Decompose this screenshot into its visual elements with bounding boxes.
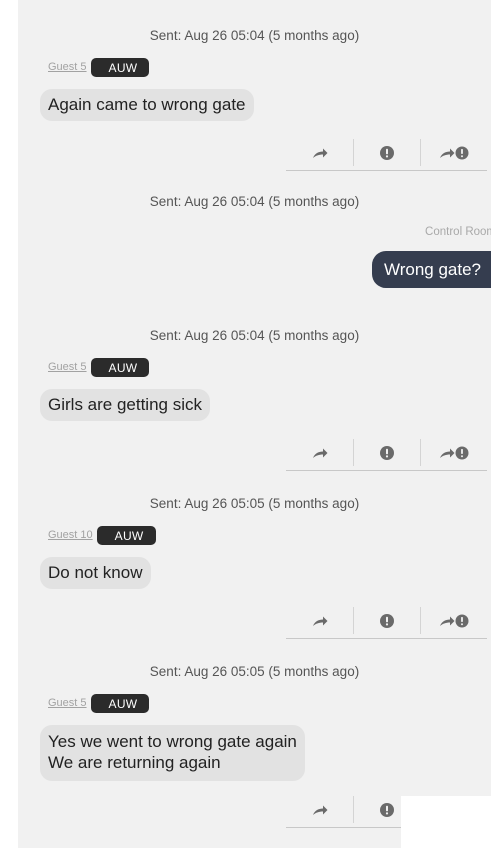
- forward-arrow-icon: [312, 616, 327, 626]
- forward-with-alert-icon: [439, 446, 468, 459]
- sender-badge: AUW: [90, 357, 150, 377]
- message-bubble: Yes we went to wrong gate again We are r…: [40, 725, 305, 781]
- message-bubble: Do not know: [40, 557, 151, 589]
- sender-badge: AUW: [90, 693, 150, 713]
- occlusion-box: [401, 796, 491, 848]
- sender-name: Control Room: [425, 226, 491, 238]
- forward-button[interactable]: [286, 435, 353, 471]
- forward-alert-button[interactable]: [420, 603, 487, 639]
- forward-arrow-icon: [312, 805, 327, 815]
- exclamation-circle-icon: [379, 145, 394, 160]
- forward-button[interactable]: [286, 792, 353, 828]
- message-incoming: Sent: Aug 26 05:04 (5 months ago) Guest …: [18, 300, 491, 471]
- message-incoming: Sent: Aug 26 05:04 (5 months ago) Guest …: [18, 0, 491, 171]
- sender-link[interactable]: Guest 5: [48, 61, 87, 73]
- sender-row: Guest 10 AUW: [48, 524, 156, 546]
- sender-badge: AUW: [96, 525, 156, 545]
- forward-button[interactable]: [286, 603, 353, 639]
- forward-arrow-icon: [312, 448, 327, 458]
- message-actions: [286, 603, 491, 639]
- forward-with-alert-icon: [439, 614, 468, 627]
- sender-row: Guest 5 AUW: [48, 56, 150, 78]
- sent-timestamp: Sent: Aug 26 05:04 (5 months ago): [149, 328, 360, 343]
- exclamation-circle-icon: [379, 445, 394, 460]
- sender-row: Guest 5 AUW: [48, 356, 150, 378]
- message-bubble: Wrong gate?: [371, 251, 491, 288]
- message-bubble: Girls are getting sick: [40, 389, 210, 421]
- sent-timestamp: Sent: Aug 26 05:04 (5 months ago): [149, 28, 360, 43]
- sent-timestamp: Sent: Aug 26 05:05 (5 months ago): [149, 496, 360, 511]
- exclamation-circle-icon: [379, 613, 394, 628]
- sender-link[interactable]: Guest 5: [48, 697, 87, 709]
- forward-alert-button[interactable]: [420, 435, 487, 471]
- chat-thread: Sent: Aug 26 05:04 (5 months ago) Guest …: [18, 0, 491, 848]
- sender-row: Guest 5 AUW: [48, 692, 150, 714]
- alert-button[interactable]: [353, 603, 420, 639]
- message-actions: [286, 435, 491, 471]
- forward-with-alert-icon: [439, 146, 468, 159]
- alert-button[interactable]: [353, 435, 420, 471]
- sender-link[interactable]: Guest 10: [48, 529, 93, 541]
- sent-timestamp: Sent: Aug 26 05:05 (5 months ago): [149, 664, 360, 679]
- sender-link[interactable]: Guest 5: [48, 361, 87, 373]
- sender-badge: AUW: [90, 57, 150, 77]
- forward-arrow-icon: [312, 148, 327, 158]
- message-bubble: Again came to wrong gate: [40, 89, 254, 121]
- exclamation-circle-icon: [379, 802, 394, 817]
- sent-timestamp: Sent: Aug 26 05:04 (5 months ago): [149, 194, 360, 209]
- message-incoming: Sent: Aug 26 05:05 (5 months ago) Guest …: [18, 468, 491, 639]
